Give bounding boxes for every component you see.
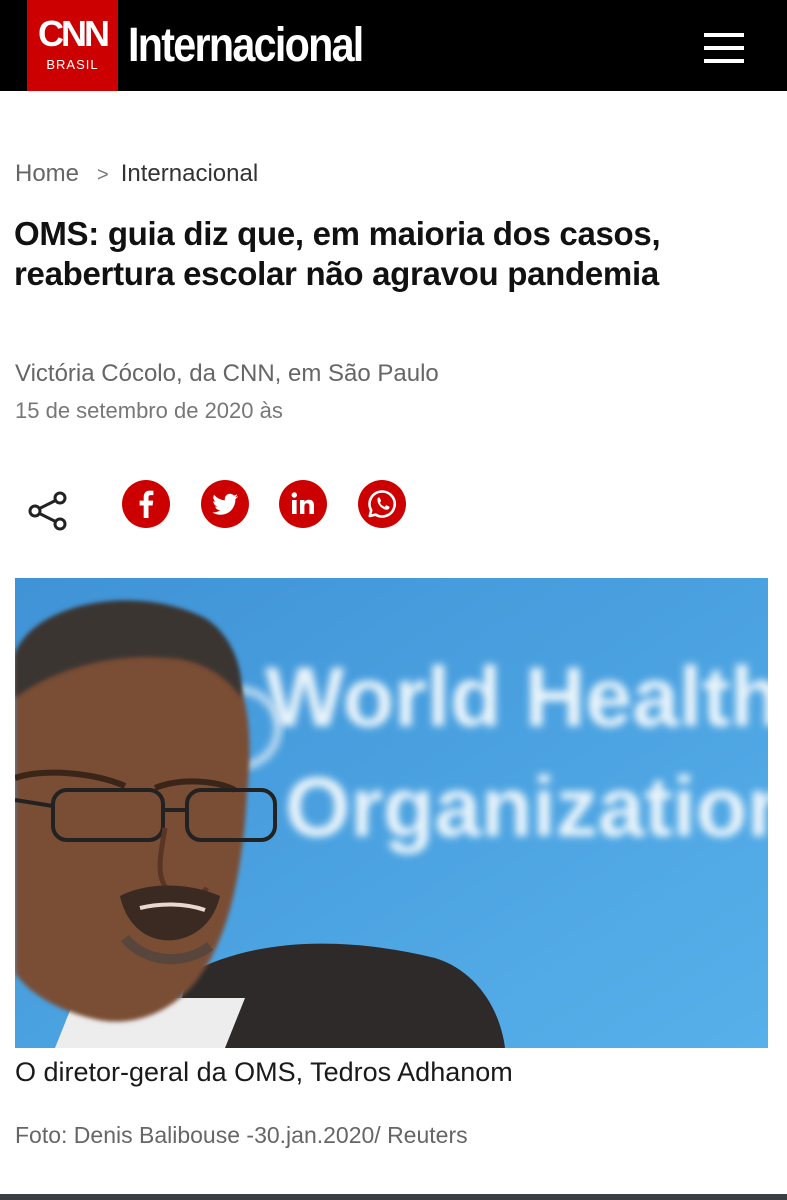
bottom-edge-bar (0, 1194, 787, 1200)
facebook-icon (139, 490, 154, 518)
twitter-share-button[interactable] (201, 480, 249, 528)
breadcrumb-separator: > (97, 164, 109, 186)
whatsapp-share-button[interactable] (358, 480, 406, 528)
article-byline: Victória Cócolo, da CNN, em São Paulo (15, 360, 439, 387)
section-title[interactable]: Internacional (128, 16, 364, 76)
linkedin-share-button[interactable] (279, 480, 327, 528)
whatsapp-icon (368, 490, 397, 518)
article-date: 15 de setembro de 2020 às (15, 398, 283, 423)
cnn-brasil-logo[interactable]: CNN BRASIL (27, 0, 118, 91)
breadcrumb: Home > Internacional (15, 158, 258, 191)
headline-line-2: reabertura escolar não agravou pandemia (14, 255, 659, 292)
article-photo[interactable]: World Health Organization (15, 578, 768, 1048)
twitter-icon (212, 493, 239, 515)
breadcrumb-internacional-link[interactable]: Internacional (121, 160, 258, 187)
photo-caption: O diretor-geral da OMS, Tedros Adhanom (15, 1057, 513, 1087)
article-headline: OMS: guia diz que, em maioria dos casos,… (14, 214, 779, 294)
breadcrumb-home-link[interactable]: Home (15, 160, 79, 187)
photo-credit: Foto: Denis Balibouse -30.jan.2020/ Reut… (15, 1122, 468, 1148)
facebook-share-button[interactable] (122, 480, 170, 528)
top-navigation-bar: CNN BRASIL Internacional (0, 0, 787, 91)
linkedin-icon (291, 492, 314, 514)
hamburger-menu-icon[interactable] (700, 30, 748, 68)
share-icon[interactable] (26, 489, 70, 533)
backdrop-text-line-2: Organization (285, 760, 768, 854)
logo-text: CNN (38, 13, 110, 54)
logo-subtext: BRASIL (46, 57, 99, 72)
headline-line-1: OMS: guia diz que, em maioria dos casos, (14, 215, 661, 252)
backdrop-text-line-1: World Health (265, 650, 768, 744)
